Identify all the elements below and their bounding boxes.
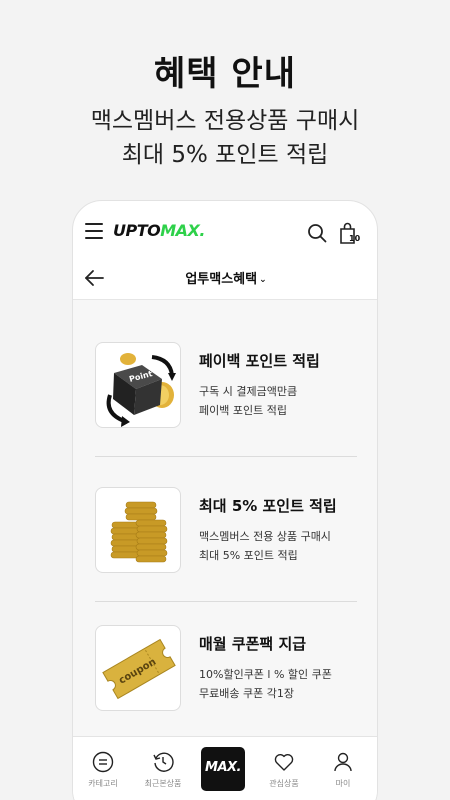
nav-label: 카테고리 — [88, 779, 118, 788]
chevron-down-icon: ⌄ — [259, 274, 267, 285]
benefit-desc-line2: 페이백 포인트 적립 — [199, 404, 287, 417]
benefit-item-payback: Point 페이백 포인트 적립 구독 시 결제금액만큼 페이백 포인트 적립 — [95, 342, 357, 452]
benefit-title: 매월 쿠폰팩 지급 — [199, 635, 307, 653]
recent-icon — [153, 752, 174, 772]
hamburger-menu-icon[interactable] — [85, 223, 103, 239]
category-icon — [92, 751, 114, 773]
app-header: UPTOMAX. 10 — [73, 215, 377, 249]
uptomax-logo[interactable]: UPTOMAX. — [113, 221, 205, 240]
benefit-title: 페이백 포인트 적립 — [199, 352, 320, 370]
benefit-title: 최대 5% 포인트 적립 — [199, 497, 337, 515]
benefit-desc-line2: 최대 5% 포인트 적립 — [199, 549, 298, 562]
payback-point-image: Point — [95, 342, 181, 428]
benefit-item-max-points: 최대 5% 포인트 적립 맥스멤버스 전용 상품 구매시 최대 5% 포인트 적… — [95, 487, 357, 597]
coin-stack-image — [95, 487, 181, 573]
max-logo-text: MAX. — [205, 760, 241, 775]
benefit-description: 구독 시 결제금액만큼 페이백 포인트 적립 — [199, 382, 297, 420]
user-icon — [334, 752, 352, 772]
logo-text-main: UPTO — [113, 221, 161, 240]
section-dropdown[interactable]: 업투맥스혜택 ⌄ — [73, 268, 377, 287]
bottom-navigation: 카테고리 최근본상품 MAX. 관심상품 마이 — [73, 736, 377, 800]
hero-title: 혜택 안내 — [154, 54, 296, 94]
point-cube-icon: Point — [106, 353, 176, 427]
nav-wishlist[interactable]: 관심상품 — [256, 737, 312, 800]
divider — [95, 456, 357, 457]
benefit-desc-line2: 무료배송 쿠폰 각1장 — [199, 687, 294, 700]
benefit-desc-line1: 맥스멤버스 전용 상품 구매시 — [199, 530, 331, 543]
phone-mockup: UPTOMAX. 10 업투맥스혜택 ⌄ Point 페이백 포인트 적립 구독… — [72, 200, 378, 800]
nav-recent[interactable]: 최근본상품 — [135, 737, 191, 800]
nav-my[interactable]: 마이 — [315, 737, 371, 800]
logo-text-accent: MAX. — [160, 221, 205, 240]
coupon-image: coupon — [95, 625, 181, 711]
coin-stack-icon — [110, 501, 168, 563]
benefit-desc-line1: 10%할인쿠폰 l % 할인 쿠폰 — [199, 668, 332, 681]
cart-count-badge: 10 — [349, 234, 361, 243]
nav-category[interactable]: 카테고리 — [75, 737, 131, 800]
nav-label: 관심상품 — [269, 779, 299, 788]
sub-header: 업투맥스혜택 ⌄ — [73, 259, 377, 299]
nav-label: 최근본상품 — [144, 779, 182, 788]
hero-subtitle: 맥스멤버스 전용상품 구매시 최대 5% 포인트 적립 — [0, 104, 450, 172]
benefit-desc-line1: 구독 시 결제금액만큼 — [199, 385, 298, 398]
benefit-description: 10%할인쿠폰 l % 할인 쿠폰 무료배송 쿠폰 각1장 — [199, 665, 332, 703]
hero-subtitle-line1: 맥스멤버스 전용상품 구매시 — [90, 108, 360, 134]
hero-subtitle-line2: 최대 5% 포인트 적립 — [121, 142, 329, 168]
nav-home-max[interactable]: MAX. — [201, 747, 245, 791]
section-title-text: 업투맥스혜택 — [185, 272, 258, 287]
nav-label: 마이 — [335, 779, 351, 788]
benefit-description: 맥스멤버스 전용 상품 구매시 최대 5% 포인트 적립 — [199, 527, 331, 565]
coupon-ticket-icon: coupon — [102, 638, 176, 700]
search-icon[interactable] — [307, 223, 327, 243]
divider — [95, 601, 357, 602]
heart-icon — [274, 754, 294, 771]
benefit-item-coupon-pack: coupon 매월 쿠폰팩 지급 10%할인쿠폰 l % 할인 쿠폰 무료배송 … — [95, 625, 357, 735]
benefits-list: Point 페이백 포인트 적립 구독 시 결제금액만큼 페이백 포인트 적립 — [73, 300, 377, 736]
